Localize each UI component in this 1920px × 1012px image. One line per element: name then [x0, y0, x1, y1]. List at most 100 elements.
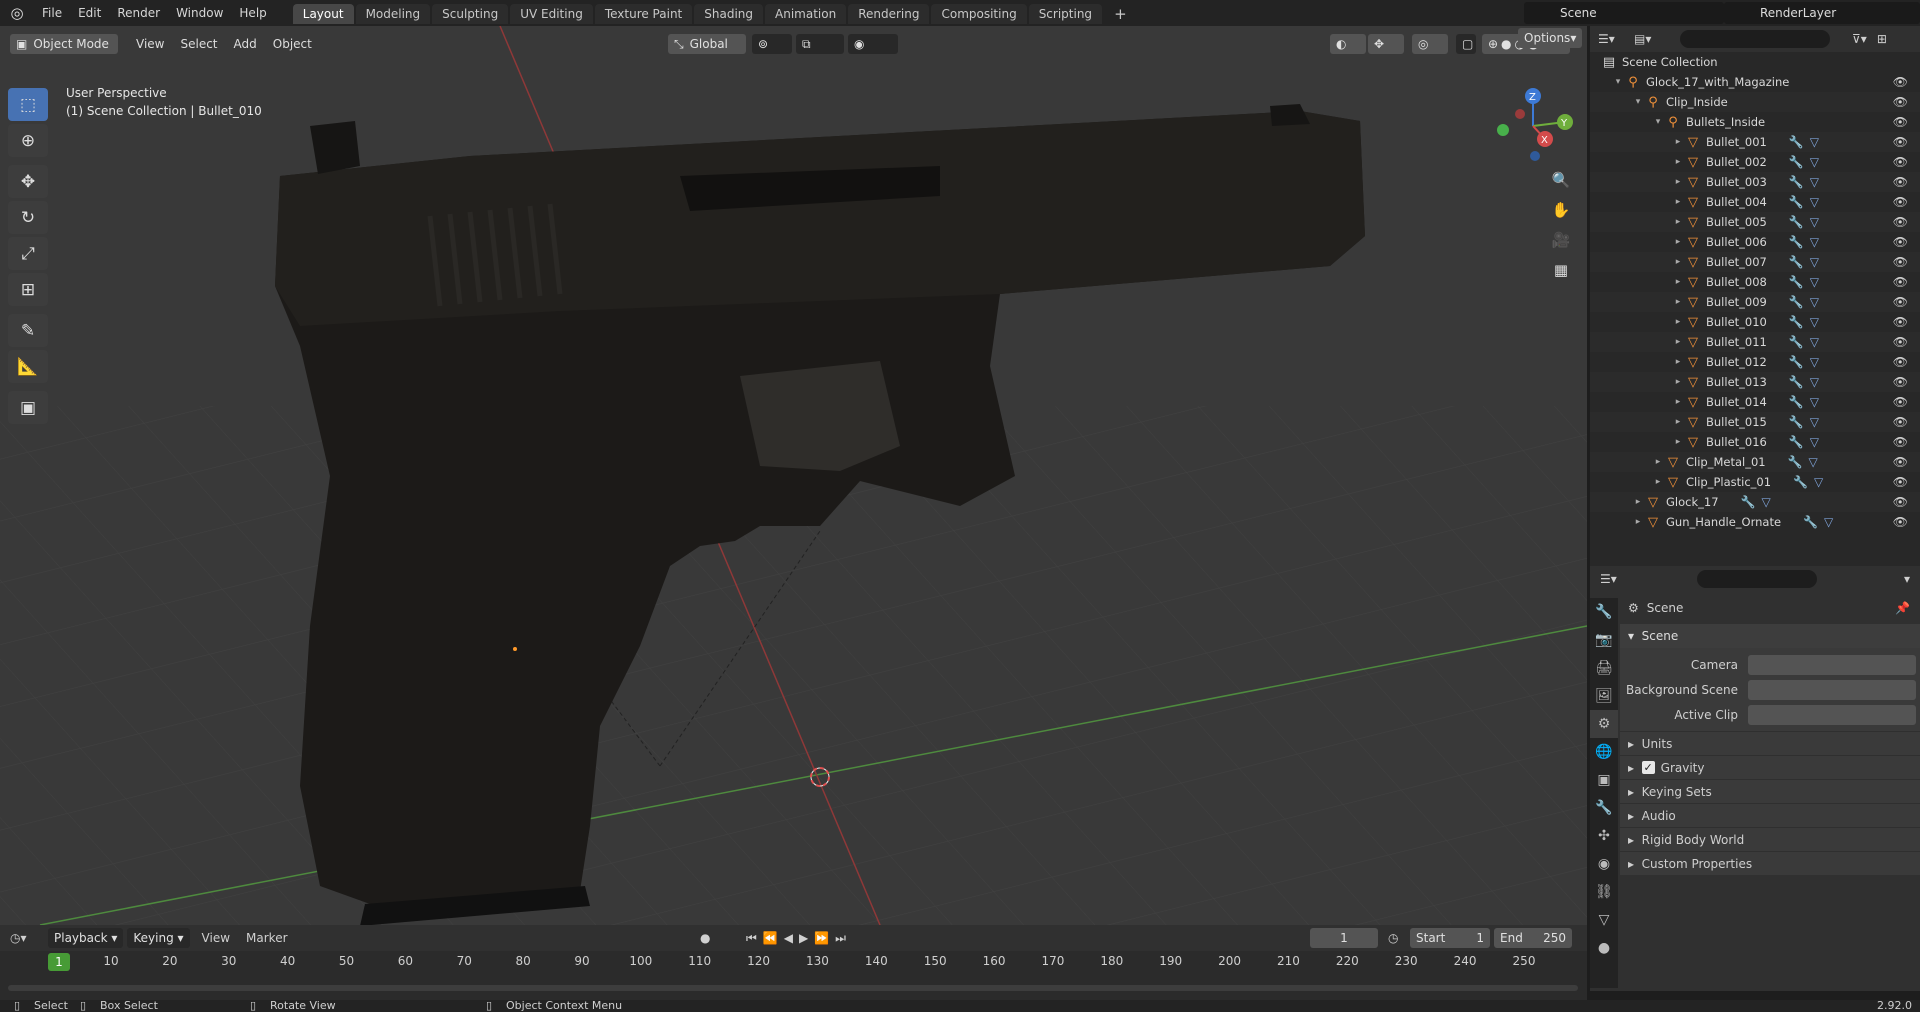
visibility-eye-icon[interactable]: 👁: [1893, 435, 1908, 449]
particles-tab-icon[interactable]: ✣: [1590, 822, 1618, 850]
visibility-eye-icon[interactable]: 👁: [1893, 475, 1908, 489]
record-icon[interactable]: ●: [700, 931, 710, 945]
playback-menu[interactable]: Playback ▾: [48, 928, 124, 948]
frame-cursor[interactable]: 1: [48, 953, 70, 971]
display-mode-icon[interactable]: ▤▾: [1634, 32, 1664, 46]
modifier-mesh-data-icon[interactable]: 🔧▽: [1789, 235, 1825, 249]
rigid-body-world-panel[interactable]: ▸ Rigid Body World: [1620, 827, 1920, 851]
scene-panel-header[interactable]: ▾ Scene: [1620, 624, 1920, 648]
start-frame-field[interactable]: Start 1: [1410, 928, 1490, 948]
visibility-eye-icon[interactable]: 👁: [1893, 175, 1908, 189]
visibility-eye-icon[interactable]: 👁: [1893, 115, 1908, 129]
expand-right-icon[interactable]: ▸: [1672, 257, 1684, 267]
units-panel[interactable]: ▸ Units: [1620, 731, 1920, 755]
visibility-eye-icon[interactable]: 👁: [1893, 335, 1908, 349]
expand-down-icon[interactable]: ▾: [1612, 77, 1624, 87]
menu-window[interactable]: Window: [168, 0, 231, 26]
outliner-item[interactable]: ▸ ▽ Bullet_014 🔧▽ 👁: [1590, 392, 1920, 412]
expand-right-icon[interactable]: ▸: [1672, 437, 1684, 447]
outliner-item[interactable]: ▸ ▽ Clip_Metal_01 🔧▽ 👁: [1590, 452, 1920, 472]
outliner-item[interactable]: ▸ ▽ Bullet_009 🔧▽ 👁: [1590, 292, 1920, 312]
tab-scripting[interactable]: Scripting: [1028, 4, 1103, 24]
timeline-marker-menu[interactable]: Marker: [246, 931, 287, 945]
outliner-item[interactable]: ▸ ▽ Bullet_006 🔧▽ 👁: [1590, 232, 1920, 252]
clock-icon[interactable]: ◷: [1388, 931, 1398, 945]
modifier-mesh-data-icon[interactable]: 🔧▽: [1788, 455, 1824, 469]
menu-render[interactable]: Render: [109, 0, 168, 26]
gravity-panel[interactable]: ▸ ✓ Gravity: [1620, 755, 1920, 779]
zoom-icon[interactable]: 🔍: [1547, 166, 1575, 194]
tool-tab-icon[interactable]: 🔧: [1590, 598, 1618, 626]
viewport-menu-add[interactable]: Add: [226, 37, 265, 51]
modifier-mesh-data-icon[interactable]: 🔧▽: [1789, 395, 1825, 409]
timeline-view-menu[interactable]: View: [202, 931, 230, 945]
modifier-mesh-data-icon[interactable]: 🔧▽: [1789, 215, 1825, 229]
expand-right-icon[interactable]: ▸: [1672, 137, 1684, 147]
visibility-eye-icon[interactable]: 👁: [1893, 155, 1908, 169]
3d-viewport[interactable]: Z Y X ▣ Object Mode View Select Add Obje…: [0, 26, 1587, 925]
modifier-mesh-data-icon[interactable]: 🔧▽: [1789, 255, 1825, 269]
timeline-editor-type-icon[interactable]: ◷▾: [10, 931, 40, 945]
outliner-item[interactable]: ▸ ▽ Clip_Plastic_01 🔧▽ 👁: [1590, 472, 1920, 492]
overlay-icon[interactable]: ◎: [1412, 34, 1448, 54]
tab-animation[interactable]: Animation: [765, 4, 847, 24]
modifier-mesh-data-icon[interactable]: 🔧▽: [1789, 155, 1825, 169]
audio-panel[interactable]: ▸ Audio: [1620, 803, 1920, 827]
outliner-item[interactable]: ▸ ▽ Gun_Handle_Ornate 🔧▽ 👁: [1590, 512, 1920, 532]
expand-right-icon[interactable]: ▸: [1632, 517, 1644, 527]
expand-right-icon[interactable]: ▸: [1672, 277, 1684, 287]
expand-right-icon[interactable]: ▸: [1672, 197, 1684, 207]
outliner-item[interactable]: ▸ ▽ Bullet_013 🔧▽ 👁: [1590, 372, 1920, 392]
tab-rendering[interactable]: Rendering: [848, 4, 930, 24]
expand-right-icon[interactable]: ▸: [1652, 457, 1664, 467]
outliner-item[interactable]: ▾ ⚲ Bullets_Inside 👁: [1590, 112, 1920, 132]
scale-tool-icon[interactable]: ⤢: [8, 237, 48, 270]
expand-right-icon[interactable]: ▸: [1672, 317, 1684, 327]
outliner-item[interactable]: ▸ ▽ Bullet_010 🔧▽ 👁: [1590, 312, 1920, 332]
modifier-mesh-data-icon[interactable]: 🔧▽: [1789, 435, 1825, 449]
expand-right-icon[interactable]: ▸: [1672, 297, 1684, 307]
visibility-eye-icon[interactable]: 👁: [1893, 215, 1908, 229]
modifier-tab-icon[interactable]: 🔧: [1590, 794, 1618, 822]
outliner-item[interactable]: ▸ ▽ Bullet_001 🔧▽ 👁: [1590, 132, 1920, 152]
visibility-eye-icon[interactable]: 👁: [1893, 415, 1908, 429]
current-frame-field[interactable]: 1: [1310, 928, 1378, 948]
material-tab-icon[interactable]: ●: [1590, 934, 1618, 962]
expand-right-icon[interactable]: ▸: [1672, 397, 1684, 407]
visibility-eye-icon[interactable]: 👁: [1893, 75, 1908, 89]
outliner-item[interactable]: ▾ ⚲ Clip_Inside 👁: [1590, 92, 1920, 112]
cursor-tool-icon[interactable]: ⊕: [8, 124, 48, 157]
modifier-mesh-data-icon[interactable]: 🔧▽: [1789, 175, 1825, 189]
active-clip-field[interactable]: [1748, 704, 1916, 725]
outliner-item[interactable]: ▸ ▽ Glock_17 🔧▽ 👁: [1590, 492, 1920, 512]
world-tab-icon[interactable]: 🌐: [1590, 738, 1618, 766]
expand-down-icon[interactable]: ▾: [1632, 97, 1644, 107]
scene-tab-icon[interactable]: ⚙: [1590, 710, 1618, 738]
modifier-mesh-data-icon[interactable]: 🔧▽: [1789, 375, 1825, 389]
visibility-eye-icon[interactable]: 👁: [1893, 515, 1908, 529]
modifier-mesh-data-icon[interactable]: 🔧▽: [1789, 295, 1825, 309]
visibility-eye-icon[interactable]: 👁: [1893, 235, 1908, 249]
background-scene-field[interactable]: [1748, 679, 1916, 700]
output-tab-icon[interactable]: 🖨: [1590, 654, 1618, 682]
data-tab-icon[interactable]: ▽: [1590, 906, 1618, 934]
expand-down-icon[interactable]: ▾: [1652, 117, 1664, 127]
outliner-item[interactable]: ▸ ▽ Bullet_005 🔧▽ 👁: [1590, 212, 1920, 232]
tab-layout[interactable]: Layout: [292, 4, 354, 24]
outliner-item[interactable]: ▾ ⚲ Glock_17_with_Magazine 👁: [1590, 72, 1920, 92]
playback-controls-icon[interactable]: ⏮⏪◀▶⏩⏭: [746, 931, 852, 946]
pan-hand-icon[interactable]: ✋: [1547, 196, 1575, 224]
add-cube-tool-icon[interactable]: ▣: [8, 391, 48, 424]
modifier-mesh-data-icon[interactable]: 🔧▽: [1803, 515, 1839, 529]
visibility-eye-icon[interactable]: 👁: [1893, 275, 1908, 289]
scene-collection-row[interactable]: ▤ Scene Collection: [1590, 52, 1920, 72]
modifier-mesh-data-icon[interactable]: 🔧▽: [1789, 195, 1825, 209]
menu-edit[interactable]: Edit: [70, 0, 109, 26]
expand-right-icon[interactable]: ▸: [1672, 217, 1684, 227]
outliner-item[interactable]: ▸ ▽ Bullet_004 🔧▽ 👁: [1590, 192, 1920, 212]
options-button[interactable]: Options ▾: [1518, 28, 1583, 48]
mode-selector[interactable]: ▣ Object Mode: [10, 34, 118, 54]
physics-tab-icon[interactable]: ◉: [1590, 850, 1618, 878]
viewport-menu-view[interactable]: View: [128, 37, 172, 51]
outliner-item[interactable]: ▸ ▽ Bullet_007 🔧▽ 👁: [1590, 252, 1920, 272]
